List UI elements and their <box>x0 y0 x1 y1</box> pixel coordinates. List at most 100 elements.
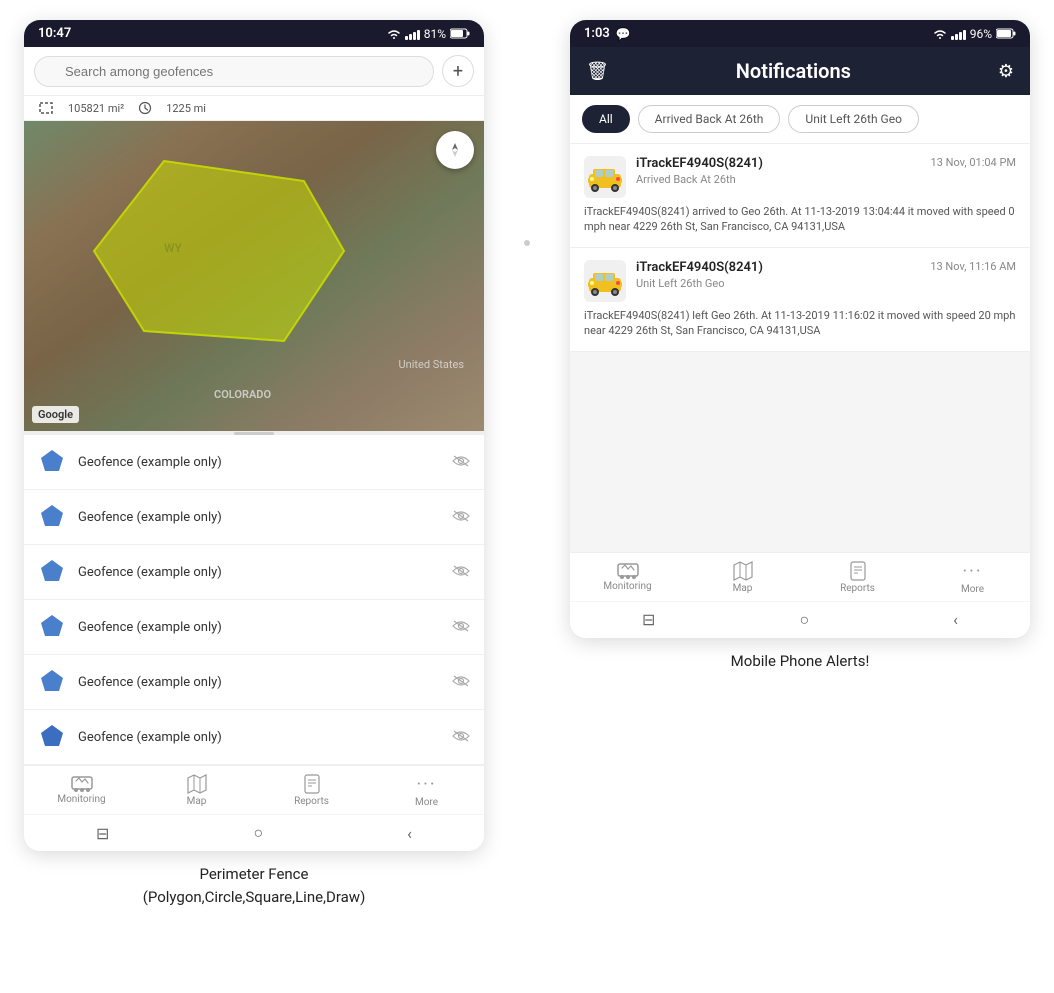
reports-icon-right <box>848 561 868 581</box>
left-phone: 10:47 81% <box>24 20 484 851</box>
right-side: 1:03 💬 96% <box>570 20 1030 912</box>
nav-more-right[interactable]: ··· More <box>948 561 998 595</box>
geofence-polygon <box>84 151 364 371</box>
monitoring-icon-left <box>71 774 93 792</box>
geofence-icon-6 <box>38 723 66 751</box>
bottom-nav-right: Monitoring Map <box>570 552 1030 601</box>
filter-all[interactable]: All <box>582 105 630 133</box>
eye-icon-5[interactable] <box>452 673 470 692</box>
distance-value: 1225 mi <box>166 102 206 115</box>
nav-more-label-right: More <box>961 584 984 595</box>
android-home-btn-left[interactable]: ○ <box>253 823 263 843</box>
stats-bar: 105821 mi² 1225 mi <box>24 96 484 121</box>
geofence-icon-3 <box>38 558 66 586</box>
more-dots-left: ··· <box>416 774 436 795</box>
status-left-right: 1:03 💬 <box>584 26 631 41</box>
nav-monitoring-left[interactable]: Monitoring <box>57 774 107 808</box>
filter-arrived[interactable]: Arrived Back At 26th <box>638 105 781 133</box>
eye-icon-6[interactable] <box>452 728 470 747</box>
android-back-btn-left[interactable]: ‹ <box>407 824 412 843</box>
geofence-list: Geofence (example only) Geofence (exampl… <box>24 435 484 765</box>
clock-icon <box>138 101 152 115</box>
android-back-btn-right[interactable]: ‹ <box>953 610 958 629</box>
geofence-icon-2 <box>38 503 66 531</box>
co-label: COLORADO <box>214 388 271 401</box>
notif-subtitle-2: Unit Left 26th Geo <box>636 277 1016 290</box>
geofence-item-4[interactable]: Geofence (example only) <box>24 600 484 655</box>
monitoring-icon-right <box>617 561 639 579</box>
notif-header-row-2: iTrackEF4940S(8241) 13 Nov, 11:16 AM Uni… <box>584 260 1016 302</box>
notif-device-2: iTrackEF4940S(8241) <box>636 260 763 275</box>
android-recent-btn-right[interactable]: ⊟ <box>642 610 655 629</box>
notif-header-row-1: iTrackEF4940S(8241) 13 Nov, 01:04 PM Arr… <box>584 156 1016 198</box>
right-phone: 1:03 💬 96% <box>570 20 1030 638</box>
left-caption-line2: (Polygon,Circle,Square,Line,Draw) <box>143 888 366 906</box>
notification-card-2[interactable]: iTrackEF4940S(8241) 13 Nov, 11:16 AM Uni… <box>570 248 1030 352</box>
nav-map-label-left: Map <box>187 796 207 807</box>
filter-left[interactable]: Unit Left 26th Geo <box>788 105 919 133</box>
google-label: Google <box>32 406 79 423</box>
nav-map-right[interactable]: Map <box>718 561 768 595</box>
time-right: 1:03 <box>584 26 610 41</box>
android-nav-right: ⊟ ○ ‹ <box>570 601 1030 638</box>
notif-time-2: 13 Nov, 11:16 AM <box>930 260 1016 273</box>
battery-right: 96% <box>970 27 992 41</box>
android-recent-btn-left[interactable]: ⊟ <box>96 824 109 843</box>
eye-icon-1[interactable] <box>452 453 470 472</box>
more-dots-right: ··· <box>962 561 982 582</box>
notification-card-1[interactable]: iTrackEF4940S(8241) 13 Nov, 01:04 PM Arr… <box>570 144 1030 248</box>
geofence-item-6[interactable]: Geofence (example only) <box>24 710 484 765</box>
settings-icon[interactable]: ⚙ <box>998 61 1014 82</box>
notification-list: iTrackEF4940S(8241) 13 Nov, 01:04 PM Arr… <box>570 144 1030 552</box>
add-geofence-button[interactable]: + <box>442 55 474 87</box>
nav-monitoring-label-left: Monitoring <box>57 794 105 805</box>
eye-icon-3[interactable] <box>452 563 470 582</box>
battery-icon-left <box>450 28 470 39</box>
geofence-item-5[interactable]: Geofence (example only) <box>24 655 484 710</box>
notif-subtitle-1: Arrived Back At 26th <box>636 173 1016 186</box>
eye-icon-2[interactable] <box>452 508 470 527</box>
map-icon-right <box>733 561 753 581</box>
right-caption: Mobile Phone Alerts! <box>731 638 870 677</box>
area-icon <box>38 101 54 115</box>
car-icon-1 <box>586 162 624 192</box>
nav-monitoring-right[interactable]: Monitoring <box>603 561 653 595</box>
geofence-item-1[interactable]: Geofence (example only) <box>24 435 484 490</box>
signal-icon-right <box>951 28 966 40</box>
nav-reports-label-right: Reports <box>840 583 875 594</box>
notif-content-1: iTrackEF4940S(8241) 13 Nov, 01:04 PM Arr… <box>636 156 1016 190</box>
car-icon-2 <box>586 266 624 296</box>
notif-body-1: iTrackEF4940S(8241) arrived to Geo 26th.… <box>584 204 1016 235</box>
battery-icon-right <box>996 28 1016 39</box>
nav-map-left[interactable]: Map <box>172 774 222 808</box>
geofence-icon-1 <box>38 448 66 476</box>
notif-body-2: iTrackEF4940S(8241) left Geo 26th. At 11… <box>584 308 1016 339</box>
notif-title-row-2: iTrackEF4940S(8241) 13 Nov, 11:16 AM <box>636 260 1016 275</box>
nav-reports-right[interactable]: Reports <box>833 561 883 595</box>
left-caption-line1: Perimeter Fence <box>199 865 308 883</box>
notif-content-2: iTrackEF4940S(8241) 13 Nov, 11:16 AM Uni… <box>636 260 1016 294</box>
status-icons-right: 96% <box>933 27 1016 41</box>
wifi-icon-right <box>933 28 947 40</box>
filter-tabs: All Arrived Back At 26th Unit Left 26th … <box>570 95 1030 144</box>
status-bar-left: 10:47 81% <box>24 20 484 47</box>
nav-more-left[interactable]: ··· More <box>402 774 452 808</box>
notifications-title: Notifications <box>589 59 998 83</box>
bottom-nav-left: Monitoring Map <box>24 765 484 814</box>
geofence-item-3[interactable]: Geofence (example only) <box>24 545 484 600</box>
search-input[interactable] <box>34 56 434 87</box>
nav-map-label-right: Map <box>733 583 753 594</box>
chat-icon-right: 💬 <box>616 27 631 41</box>
nav-reports-left[interactable]: Reports <box>287 774 337 808</box>
geofence-label-3: Geofence (example only) <box>78 565 440 580</box>
car-avatar-2 <box>584 260 626 302</box>
geofence-label-2: Geofence (example only) <box>78 510 440 525</box>
geofence-item-2[interactable]: Geofence (example only) <box>24 490 484 545</box>
map-area[interactable]: WY COLORADO United States Google <box>24 121 484 431</box>
right-caption-text: Mobile Phone Alerts! <box>731 652 870 670</box>
eye-icon-4[interactable] <box>452 618 470 637</box>
notifications-header: 🗑 Notifications ⚙ <box>570 47 1030 95</box>
navigation-button[interactable] <box>436 131 474 169</box>
map-background: WY COLORADO United States Google <box>24 121 484 431</box>
android-home-btn-right[interactable]: ○ <box>799 610 809 630</box>
